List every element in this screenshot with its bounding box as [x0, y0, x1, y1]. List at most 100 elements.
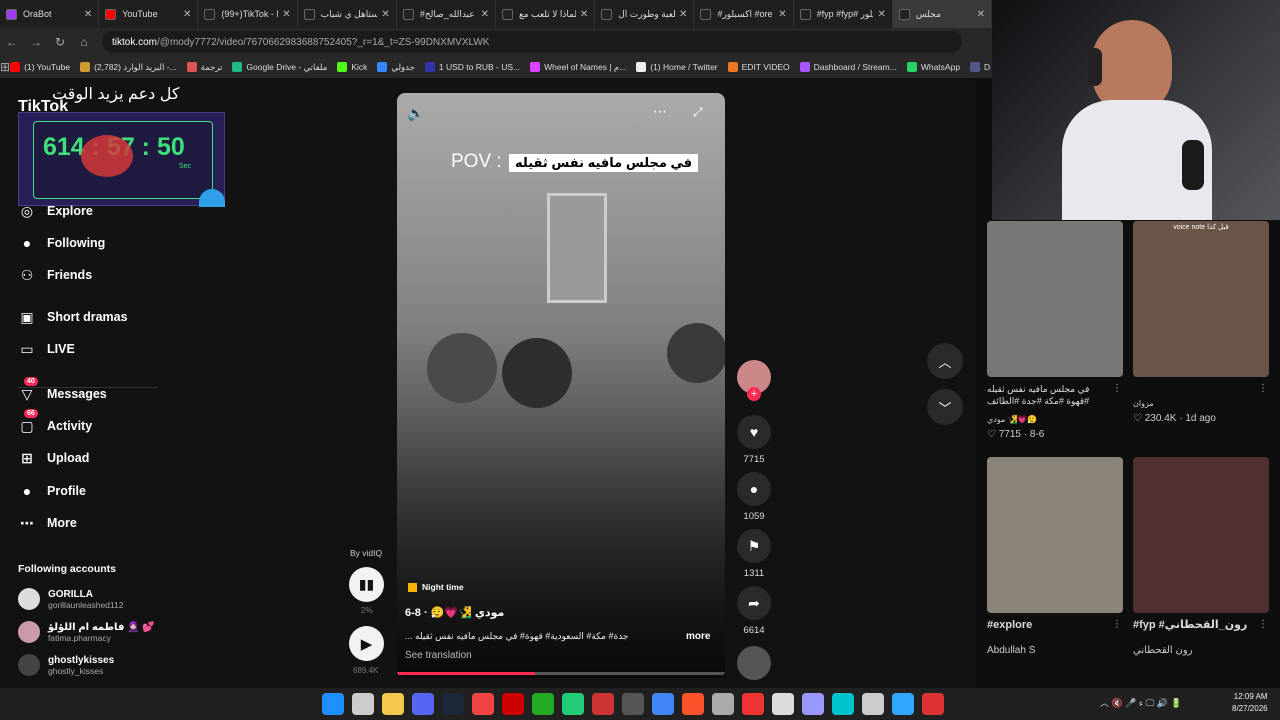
taskbar-app-icon[interactable]	[592, 693, 614, 715]
following-account[interactable]: فاطمه ام اللؤلؤ 🧕🏻 💕 fatima.pharmacy	[18, 621, 155, 643]
more-options-icon[interactable]: ⋯	[653, 103, 667, 120]
taskbar-app-icon[interactable]	[652, 693, 674, 715]
bookmark-item[interactable]: Dashboard / Stream...	[799, 62, 897, 72]
browser-tab[interactable]: اللعبة وطورت ال ✕	[595, 0, 695, 28]
like-icon[interactable]: ♥	[737, 415, 771, 449]
browser-tab[interactable]: #fyp #fyp# اكسبلور✕	[794, 0, 893, 28]
comment-icon[interactable]: ●	[737, 472, 771, 506]
taskbar-app-icon[interactable]	[442, 693, 464, 715]
video-progress-bar[interactable]	[397, 672, 725, 675]
taskbar-app-icon[interactable]	[352, 693, 374, 715]
bookmark-item[interactable]: 1 USD to RUB - US...	[424, 62, 520, 72]
browser-tab[interactable]: (99+)TikTok - M ✕	[198, 0, 298, 28]
taskbar-app-icon[interactable]	[802, 693, 824, 715]
bookmark-icon[interactable]: ⚑	[737, 529, 771, 563]
follow-plus-icon[interactable]: +	[747, 387, 761, 401]
scroll-up-icon[interactable]: ︿	[927, 343, 963, 379]
back-icon[interactable]: ←	[0, 35, 24, 49]
tab-close-icon[interactable]: ✕	[282, 9, 290, 20]
clock[interactable]: 12:09 AM 8/27/2026	[1232, 691, 1268, 715]
sidebar-item-explore[interactable]: ◎ Explore	[18, 202, 93, 220]
taskbar-app-icon[interactable]	[562, 693, 584, 715]
browser-tab[interactable]: #عبدالله_صالح ✕	[397, 0, 497, 28]
tab-close-icon[interactable]: ✕	[381, 9, 389, 20]
bookmark-item[interactable]: Wheel of Names | م...	[530, 62, 626, 73]
bookmark-item[interactable]: D	[970, 62, 990, 72]
tab-close-icon[interactable]: ✕	[84, 9, 92, 20]
taskbar-app-icon[interactable]	[862, 693, 884, 715]
sidebar-item-more[interactable]: ⋯ More	[18, 514, 77, 532]
taskbar-app-icon[interactable]	[472, 693, 494, 715]
tab-close-icon[interactable]: ✕	[580, 9, 588, 20]
sidebar-item-activity[interactable]: ▢ 66 Activity	[18, 409, 92, 435]
fullscreen-icon[interactable]: ⤢	[693, 105, 703, 120]
sidebar-item-upload[interactable]: ⊞ Upload	[18, 449, 89, 467]
browser-tab[interactable]: #اكسبلور #ore ✕	[694, 0, 794, 28]
related-video-thumbnail[interactable]	[1133, 457, 1269, 613]
volume-icon[interactable]: 🔈	[407, 105, 424, 122]
share-icon[interactable]: ➦	[737, 586, 771, 620]
taskbar-app-icon[interactable]	[772, 693, 794, 715]
video-player[interactable]: 🔈 ⋯ ⤢ POV : في مجلس مافيه نفس ثقيله Nigh…	[397, 93, 725, 678]
taskbar-app-icon[interactable]	[832, 693, 854, 715]
reload-icon[interactable]: ↻	[48, 35, 72, 49]
taskbar-app-icon[interactable]	[922, 693, 944, 715]
taskbar-app-icon[interactable]	[532, 693, 554, 715]
bookmark-item[interactable]: Google Drive - ملفاتي	[232, 62, 327, 73]
following-account[interactable]: ghostlykisses ghostly_kisses	[18, 654, 114, 676]
forward-icon[interactable]: →	[24, 35, 48, 49]
video-author[interactable]: مودي 🧏‍♂️💗😮‍💨 · 8-6	[405, 606, 504, 619]
browser-tab[interactable]: لماذا لا تلعب مع ✕	[496, 0, 596, 28]
home-icon[interactable]: ⌂	[72, 35, 96, 49]
sound-disc-icon[interactable]	[737, 646, 771, 680]
see-translation-link[interactable]: See translation	[405, 650, 472, 661]
related-video-thumbnail[interactable]: voice note قبل كذا	[1133, 221, 1269, 377]
sidebar-item-following[interactable]: ● Following	[18, 234, 106, 252]
vidiq-stats-icon[interactable]: ▮▮	[349, 567, 384, 602]
tab-close-icon[interactable]: ✕	[877, 9, 885, 20]
taskbar-app-icon[interactable]	[712, 693, 734, 715]
sidebar-item-live[interactable]: ▭ LIVE	[18, 340, 74, 358]
bookmark-item[interactable]: EDIT VIDEO	[727, 62, 790, 72]
bookmark-item[interactable]: WhatsApp	[906, 62, 960, 72]
browser-tab[interactable]: YouTube ✕	[99, 0, 199, 28]
bookmark-item[interactable]: (1) YouTube	[10, 62, 70, 72]
related-video-thumbnail[interactable]	[987, 221, 1123, 377]
tab-close-icon[interactable]: ✕	[778, 9, 786, 20]
related-more-icon[interactable]: ⋮	[1258, 383, 1268, 394]
vidiq-play-icon[interactable]: ▶	[349, 626, 384, 661]
taskbar-app-icon[interactable]	[622, 693, 644, 715]
tab-close-icon[interactable]: ✕	[679, 9, 687, 20]
taskbar-app-icon[interactable]	[412, 693, 434, 715]
tab-close-icon[interactable]: ✕	[481, 9, 489, 20]
following-account[interactable]: GORILLA gorillaunleashed112	[18, 588, 123, 610]
taskbar-app-icon[interactable]	[382, 693, 404, 715]
sidebar-item-friends[interactable]: ⚇ Friends	[18, 266, 92, 284]
bookmark-item[interactable]: ترجمة	[186, 62, 222, 73]
sidebar-item-short-dramas[interactable]: ▣ Short dramas	[18, 308, 127, 326]
more-link[interactable]: more	[686, 631, 710, 642]
related-video-thumbnail[interactable]	[987, 457, 1123, 613]
taskbar-app-icon[interactable]	[322, 693, 344, 715]
tab-close-icon[interactable]: ✕	[183, 9, 191, 20]
related-more-icon[interactable]: ⋮	[1258, 619, 1268, 630]
browser-tab[interactable]: يستاهل ي شباب ✕	[298, 0, 397, 28]
tab-close-icon[interactable]: ✕	[977, 9, 985, 20]
bookmark-item[interactable]: جدولي	[377, 62, 415, 73]
bookmark-item[interactable]: Kick	[337, 62, 367, 72]
taskbar-app-icon[interactable]	[892, 693, 914, 715]
apps-grid-icon[interactable]: ⊞	[0, 60, 10, 74]
browser-tab[interactable]: مجلس ✕	[892, 0, 993, 28]
bookmark-item[interactable]: (2,782) البريد الوارد -...	[80, 62, 177, 73]
browser-tab[interactable]: OraBot ✕	[0, 0, 100, 28]
taskbar-app-icon[interactable]	[682, 693, 704, 715]
sidebar-item-profile[interactable]: ● Profile	[18, 482, 86, 500]
bookmark-item[interactable]: (1) Home / Twitter	[636, 62, 718, 72]
account-handle: ghostly_kisses	[48, 665, 104, 676]
scroll-down-icon[interactable]: ﹀	[927, 389, 963, 425]
address-bar[interactable]: tiktok.com/@mody7772/video/7670662983688…	[102, 31, 962, 53]
taskbar-app-icon[interactable]	[502, 693, 524, 715]
related-more-icon[interactable]: ⋮	[1112, 619, 1122, 630]
taskbar-app-icon[interactable]	[742, 693, 764, 715]
related-more-icon[interactable]: ⋮	[1112, 383, 1122, 394]
